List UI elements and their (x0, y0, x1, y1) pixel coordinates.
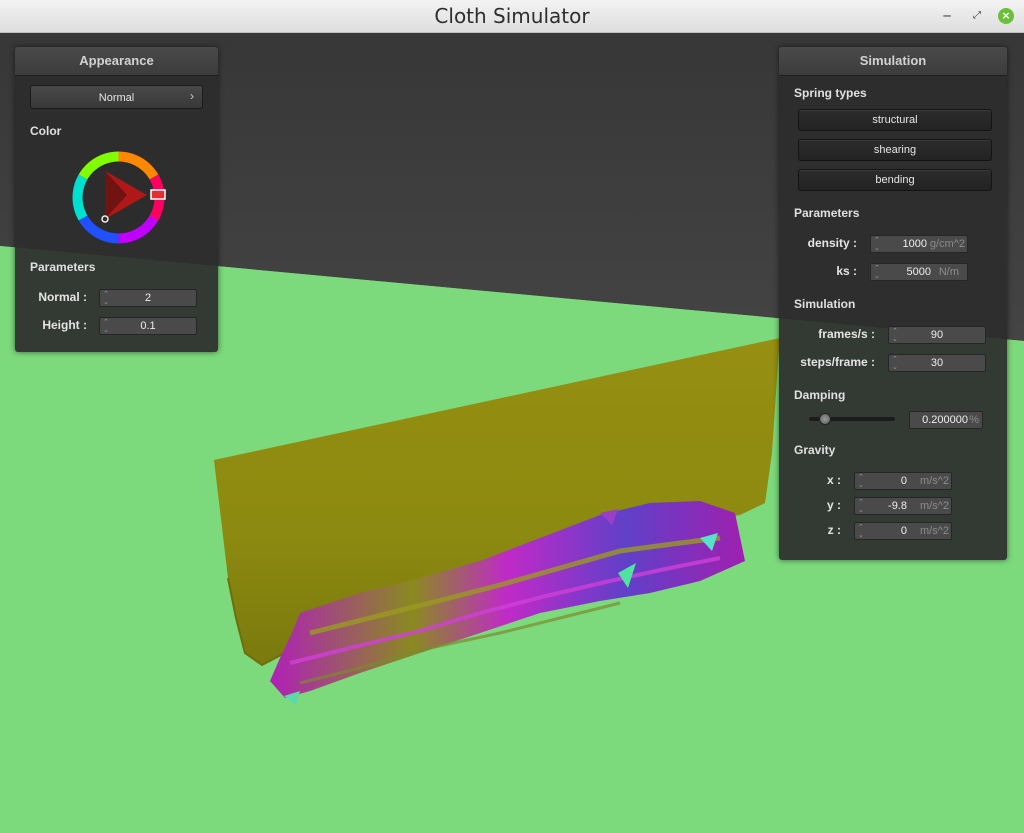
density-unit: g/cm^2 (929, 238, 965, 250)
damping-value-field[interactable]: 0.200000 % (909, 411, 983, 429)
spring-types-label: Spring types (794, 86, 867, 100)
gravity-x-unit: m/s^2 (920, 475, 949, 487)
normal-stepper[interactable]: ⌃ ⌄ 2 (99, 289, 197, 307)
height-label: Height : (42, 318, 87, 332)
ks-value: 5000 (906, 266, 931, 278)
steps-per-frame-stepper[interactable]: ⌃ ⌄ 30 (888, 354, 986, 372)
frames-per-second-stepper[interactable]: ⌃ ⌄ 90 (888, 326, 986, 344)
maximize-icon[interactable]: ⤢ (968, 7, 986, 25)
damping-slider[interactable] (809, 412, 895, 426)
height-stepper[interactable]: ⌃ ⌄ 0.1 (99, 317, 197, 335)
damping-label: Damping (794, 388, 846, 402)
gravity-z-value: 0 (900, 525, 907, 537)
window-titlebar: Cloth Simulator ─ ⤢ × (0, 0, 1024, 33)
simulation-panel: Simulation Spring types structural shear… (779, 47, 1007, 560)
shearing-button[interactable]: shearing (798, 139, 992, 161)
appearance-parameters-label: Parameters (30, 260, 96, 274)
gravity-label: Gravity (794, 443, 836, 457)
frames-per-second-label: frames/s : (818, 327, 875, 341)
damping-unit: % (969, 414, 979, 426)
stepper-arrows-icon[interactable]: ⌃ ⌄ (858, 524, 864, 540)
color-section-label: Color (30, 124, 62, 138)
ks-label: ks : (836, 264, 857, 278)
bending-button[interactable]: bending (798, 169, 992, 191)
color-wheel[interactable] (71, 150, 166, 245)
density-label: density : (807, 236, 857, 250)
gravity-z-label: z : (827, 523, 841, 537)
stepper-arrows-icon[interactable]: ⌃ ⌄ (858, 474, 864, 490)
gravity-x-stepper[interactable]: ⌃ ⌄ 0 m/s^2 (854, 472, 952, 490)
stepper-arrows-icon[interactable]: ⌃ ⌄ (858, 499, 864, 515)
appearance-panel-header: Appearance (15, 47, 218, 76)
density-value: 1000 (902, 238, 927, 250)
structural-button[interactable]: structural (798, 109, 992, 131)
ks-unit: N/m (938, 266, 959, 278)
normal-label: Normal : (38, 290, 87, 304)
minimize-icon[interactable]: ─ (938, 7, 956, 25)
ks-stepper[interactable]: ⌃ ⌄ 5000 N/m (870, 263, 968, 281)
gravity-x-label: x : (826, 473, 841, 487)
sim-parameters-label: Parameters (794, 206, 860, 220)
damping-value: 0.200000 (922, 414, 968, 426)
gravity-y-label: y : (826, 498, 841, 512)
gravity-z-stepper[interactable]: ⌃ ⌄ 0 m/s^2 (854, 522, 952, 540)
density-stepper[interactable]: ⌃ ⌄ 1000 g/cm^2 (870, 235, 968, 253)
steps-per-frame-value: 30 (930, 357, 944, 369)
simulation-section-label: Simulation (794, 297, 856, 311)
normal-value: 2 (144, 292, 152, 304)
steps-per-frame-label: steps/frame : (800, 355, 875, 369)
close-icon[interactable]: × (998, 8, 1014, 24)
gravity-z-unit: m/s^2 (920, 525, 949, 537)
damping-slider-handle[interactable] (819, 413, 831, 425)
shader-select-label: Normal (98, 92, 135, 104)
simulation-panel-header: Simulation (779, 47, 1007, 76)
appearance-panel: Appearance Normal › Color Parameters Nor… (15, 47, 218, 352)
window-title: Cloth Simulator (434, 4, 590, 28)
gravity-y-value: -9.8 (888, 500, 907, 512)
height-value: 0.1 (140, 320, 156, 332)
chevron-right-icon: › (190, 89, 194, 103)
stepper-arrows-icon[interactable]: ⌃ ⌄ (874, 237, 880, 253)
frames-per-second-value: 90 (930, 329, 944, 341)
gravity-y-stepper[interactable]: ⌃ ⌄ -9.8 m/s^2 (854, 497, 952, 515)
stepper-arrows-icon[interactable]: ⌃ ⌄ (874, 265, 880, 281)
shader-select[interactable]: Normal › (30, 85, 203, 109)
gravity-x-value: 0 (900, 475, 907, 487)
gravity-y-unit: m/s^2 (920, 500, 949, 512)
